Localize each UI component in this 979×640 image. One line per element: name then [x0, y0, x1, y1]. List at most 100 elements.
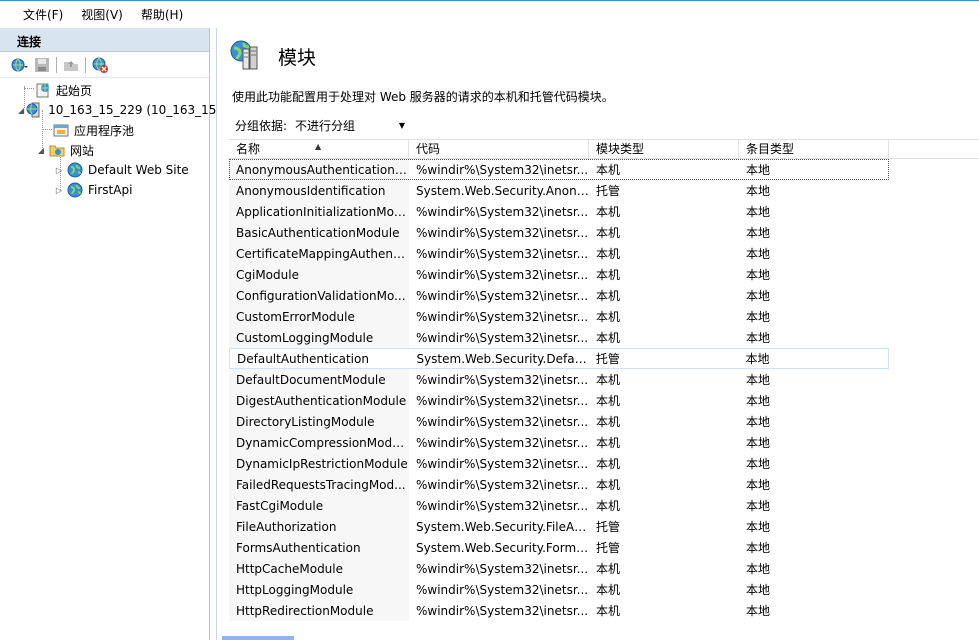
grid-body: AnonymousAuthenticationM... %windir%\Syst… [229, 159, 979, 621]
tree-item-firstapi[interactable]: ▷ FirstApi [0, 180, 209, 200]
cell-module-type: 本机 [596, 247, 621, 261]
cell-code: %windir%\System32\inetsr... [416, 603, 589, 618]
cell-name: HttpLoggingModule [236, 582, 354, 597]
cell-name: FailedRequestsTracingMod... [236, 477, 406, 492]
cell-module-type: 本机 [596, 562, 621, 576]
cell-module-type: 托管 [596, 520, 621, 534]
table-row[interactable]: FormsAuthentication System.Web.Security.F… [229, 537, 979, 558]
tree-item-app-pools[interactable]: 应用程序池 [0, 120, 209, 140]
tree-expand-arrow[interactable]: ▷ [54, 186, 64, 195]
cell-code: %windir%\System32\inetsr... [416, 267, 589, 282]
cell-name: DynamicIpRestrictionModule [236, 456, 408, 471]
cell-code: %windir%\System32\inetsr... [416, 330, 589, 345]
tree-item-start-page[interactable]: 起始页 [0, 80, 209, 100]
cell-entry-type: 本地 [746, 604, 771, 618]
cell-entry-type: 本地 [746, 478, 771, 492]
table-row[interactable]: BasicAuthenticationModule %windir%\System… [229, 222, 979, 243]
cell-name: BasicAuthenticationModule [236, 225, 400, 240]
table-row[interactable]: DefaultAuthentication System.Web.Security… [229, 348, 889, 369]
tree-item-sites[interactable]: ◢ 网站 [0, 140, 209, 160]
cell-code: System.Web.Security.Forms... [416, 540, 589, 555]
menu-view[interactable]: 视图(V) [72, 6, 132, 23]
cell-code: %windir%\System32\inetsr... [416, 246, 589, 261]
globe-icon [66, 162, 84, 178]
cell-name: AnonymousIdentification [236, 183, 386, 198]
cell-module-type: 本机 [596, 268, 621, 282]
table-row[interactable]: CgiModule %windir%\System32\inetsr... 本机 本地 [229, 264, 979, 285]
tree-item-server[interactable]: ◢ 10_163_15_229 (10_163_15_ [0, 100, 222, 120]
cell-module-type: 本机 [596, 478, 621, 492]
cell-module-type: 本机 [596, 373, 621, 387]
cell-entry-type: 本地 [746, 184, 771, 198]
page-title: 模块 [278, 46, 317, 69]
table-row[interactable]: CustomLoggingModule %windir%\System32\ine… [229, 327, 979, 348]
table-row[interactable]: DynamicCompressionModule %windir%\System3… [229, 432, 979, 453]
cell-code: %windir%\System32\inetsr... [416, 498, 589, 513]
group-by: 分组依据: 不进行分组 ▼ [235, 117, 405, 134]
table-row[interactable]: DynamicIpRestrictionModule %windir%\Syste… [229, 453, 979, 474]
cell-module-type: 托管 [596, 184, 621, 198]
column-header-module-type[interactable]: 模块类型 [589, 140, 739, 158]
cell-name: DefaultDocumentModule [236, 372, 386, 387]
tree-expand-arrow[interactable]: ▷ [54, 166, 64, 175]
menu-file[interactable]: 文件(F) [14, 6, 72, 23]
table-row[interactable]: FastCgiModule %windir%\System32\inetsr...… [229, 495, 979, 516]
cell-name: HttpRedirectionModule [236, 603, 374, 618]
table-row[interactable]: DefaultDocumentModule %windir%\System32\i… [229, 369, 979, 390]
page-description: 使用此功能配置用于处理对 Web 服务器的请求的本机和托管代码模块。 [232, 90, 614, 104]
column-header-name[interactable]: 名称 ▲ [229, 140, 409, 158]
group-by-dropdown[interactable]: 不进行分组 ▼ [295, 117, 405, 134]
cell-module-type: 本机 [596, 289, 621, 303]
table-row[interactable]: ApplicationInitializationMod... %windir%\… [229, 201, 979, 222]
table-row[interactable]: HttpCacheModule %windir%\System32\inetsr.… [229, 558, 979, 579]
cell-entry-type: 本地 [746, 520, 771, 534]
cell-entry-type: 本地 [746, 499, 771, 513]
table-row[interactable]: AnonymousAuthenticationM... %windir%\Syst… [229, 159, 889, 180]
group-by-label: 分组依据: [235, 119, 288, 133]
sites-folder-icon [48, 142, 66, 158]
cell-code: %windir%\System32\inetsr... [416, 456, 589, 471]
modules-panel: 模块 使用此功能配置用于处理对 Web 服务器的请求的本机和托管代码模块。 分组… [216, 28, 979, 640]
cell-name: CgiModule [236, 267, 299, 282]
cell-code: %windir%\System32\inetsr... [416, 393, 589, 408]
table-row[interactable]: DirectoryListingModule %windir%\System32\… [229, 411, 979, 432]
menu-bar: 文件(F) 视图(V) 帮助(H) [0, 0, 979, 28]
cell-entry-type: 本地 [746, 226, 771, 240]
sort-ascending-icon: ▲ [315, 142, 322, 151]
tree-collapse-arrow[interactable]: ◢ [18, 106, 24, 115]
cell-code: %windir%\System32\inetsr... [416, 204, 589, 219]
disconnect-icon[interactable] [90, 55, 110, 75]
cell-module-type: 本机 [596, 394, 621, 408]
cell-code: %windir%\System32\inetsr... [416, 162, 589, 177]
cell-module-type: 本机 [596, 604, 621, 618]
cell-entry-type: 本地 [746, 331, 771, 345]
table-row[interactable]: CertificateMappingAuthenti... %windir%\Sy… [229, 243, 979, 264]
table-row[interactable]: FileAuthorization System.Web.Security.Fil… [229, 516, 979, 537]
cell-module-type: 本机 [596, 499, 621, 513]
up-folder-icon[interactable] [61, 55, 81, 75]
table-row[interactable]: HttpRedirectionModule %windir%\System32\i… [229, 600, 979, 621]
cell-entry-type: 本地 [746, 415, 771, 429]
table-row[interactable]: FailedRequestsTracingMod... %windir%\Syst… [229, 474, 979, 495]
table-row[interactable]: CustomErrorModule %windir%\System32\inets… [229, 306, 979, 327]
toolbar-separator [56, 56, 57, 73]
save-icon[interactable] [32, 55, 52, 75]
table-row[interactable]: DigestAuthenticationModule %windir%\Syste… [229, 390, 979, 411]
cell-code: %windir%\System32\inetsr... [416, 477, 589, 492]
cell-entry-type: 本地 [746, 205, 771, 219]
table-row[interactable]: ConfigurationValidationMo... %windir%\Sys… [229, 285, 979, 306]
connect-globe-icon[interactable] [10, 55, 30, 75]
view-tab-indicator[interactable] [222, 636, 294, 640]
tree-collapse-arrow[interactable]: ◢ [36, 146, 46, 155]
tree-item-default-web-site[interactable]: ▷ Default Web Site [0, 160, 209, 180]
cell-entry-type: 本地 [746, 541, 771, 555]
menu-help[interactable]: 帮助(H) [132, 6, 192, 23]
cell-entry-type: 本地 [746, 310, 771, 324]
column-header-entry-type[interactable]: 条目类型 [739, 140, 889, 158]
page-header: 模块 [229, 39, 316, 73]
column-header-code[interactable]: 代码 [409, 140, 589, 158]
table-row[interactable]: HttpLoggingModule %windir%\System32\inets… [229, 579, 979, 600]
cell-module-type: 托管 [595, 352, 620, 366]
table-row[interactable]: AnonymousIdentification System.Web.Securi… [229, 180, 979, 201]
tree-item-label: 网站 [70, 143, 95, 158]
